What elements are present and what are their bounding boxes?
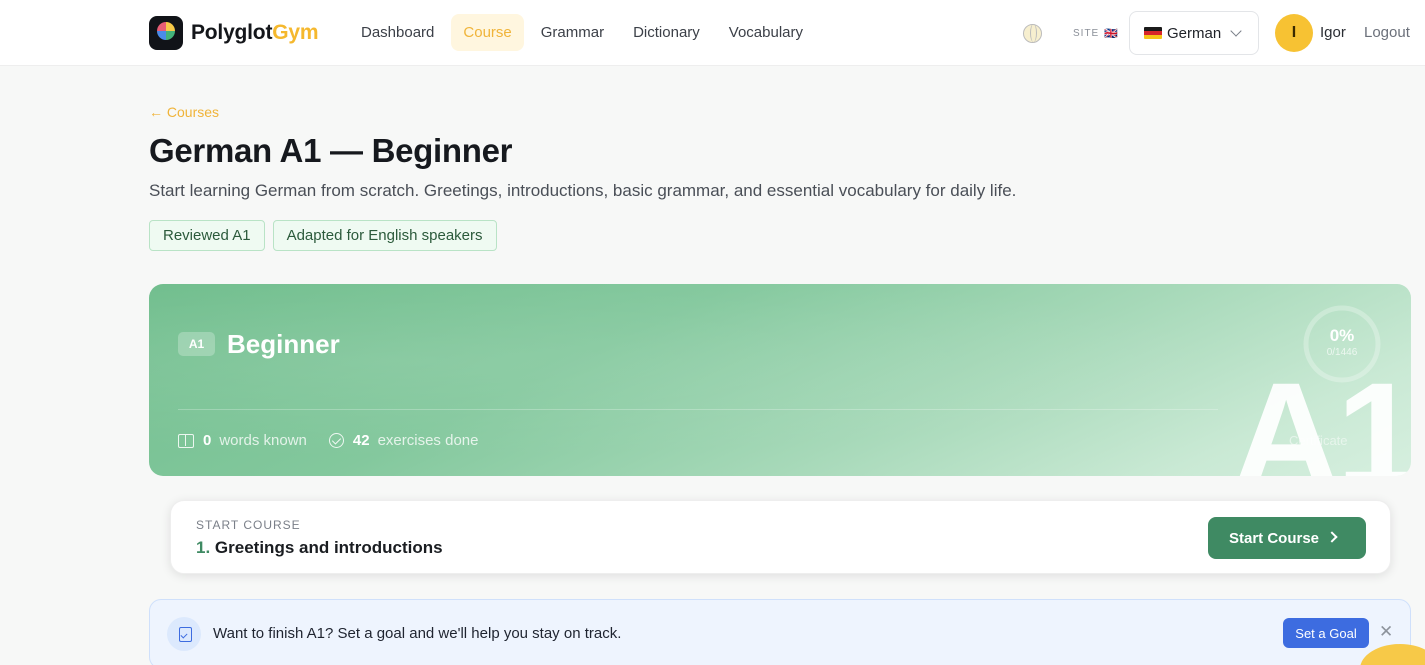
- logo-icon: [149, 16, 183, 50]
- site-language-label: SITE: [1073, 28, 1100, 39]
- back-to-courses-link[interactable]: ← Courses: [149, 104, 219, 120]
- brand-name-accent: Gym: [272, 21, 319, 44]
- page-title: German A1 — Beginner: [149, 132, 513, 169]
- german-flag-icon: [1144, 27, 1162, 39]
- brand-logo[interactable]: PolyglotGym: [149, 16, 319, 50]
- set-goal-button[interactable]: Set a Goal: [1283, 618, 1369, 648]
- lesson-number: 1.: [196, 538, 211, 557]
- user-name[interactable]: Igor: [1320, 24, 1346, 41]
- page-subtitle: Start learning German from scratch. Gree…: [149, 181, 1017, 200]
- check-circle-icon: [328, 433, 344, 448]
- stat-exercises-done: 42 exercises done: [328, 432, 479, 449]
- words-known-label: words known: [219, 432, 307, 449]
- top-header: PolyglotGym Dashboard Course Grammar Dic…: [0, 0, 1425, 66]
- goal-banner: Want to finish A1? Set a goal and we'll …: [149, 599, 1411, 665]
- tag-reviewed: Reviewed A1: [149, 220, 265, 251]
- logout-link[interactable]: Logout: [1364, 24, 1410, 41]
- tag-adapted: Adapted for English speakers: [272, 220, 497, 251]
- certificate-label[interactable]: Certificate: [1289, 433, 1348, 448]
- globe-icon[interactable]: [1023, 24, 1042, 43]
- avatar[interactable]: I: [1275, 14, 1313, 52]
- clipboard-check-icon: [167, 617, 201, 651]
- lesson-title: Greetings and introductions: [214, 538, 443, 557]
- main-nav: Dashboard Course Grammar Dictionary Voca…: [349, 14, 820, 51]
- nav-course[interactable]: Course: [451, 14, 524, 51]
- first-lesson-title: 1. Greetings and introductions: [196, 538, 443, 558]
- level-badge: A1: [178, 332, 215, 356]
- level-watermark: A1: [1232, 351, 1411, 476]
- words-known-value: 0: [203, 432, 212, 449]
- chevron-right-icon: [1326, 531, 1338, 543]
- language-select[interactable]: German: [1129, 11, 1259, 55]
- chevron-down-icon: [1230, 25, 1242, 37]
- stat-words-known: 0 words known: [178, 432, 307, 449]
- exercises-done-value: 42: [352, 432, 370, 449]
- divider: [178, 409, 1218, 410]
- book-icon: [178, 433, 194, 448]
- goal-banner-text: Want to finish A1? Set a goal and we'll …: [213, 625, 622, 642]
- nav-grammar[interactable]: Grammar: [529, 14, 616, 51]
- start-course-button-label: Start Course: [1229, 529, 1320, 547]
- course-tags: Reviewed A1 Adapted for English speakers: [149, 220, 505, 251]
- progress-percent: 0%: [1329, 326, 1355, 345]
- nav-dictionary[interactable]: Dictionary: [621, 14, 712, 51]
- language-select-value: German: [1167, 24, 1222, 42]
- start-course-button[interactable]: Start Course: [1208, 517, 1366, 559]
- exercises-done-label: exercises done: [377, 432, 479, 449]
- nav-vocabulary[interactable]: Vocabulary: [717, 14, 815, 51]
- close-icon[interactable]: ✕: [1379, 622, 1393, 642]
- site-language[interactable]: SITE 🇬🇧: [1073, 27, 1118, 40]
- level-stats: 0 words known 42 exercises done: [178, 432, 500, 449]
- level-name: Beginner: [227, 329, 340, 359]
- start-course-card: START COURSE 1. Greetings and introducti…: [170, 500, 1391, 574]
- level-card[interactable]: A1 Beginner 0% 0/1446 A1 Certificate 0 w…: [149, 284, 1411, 476]
- brand-name: PolyglotGym: [191, 21, 319, 45]
- start-course-overline: START COURSE: [196, 518, 301, 532]
- uk-flag-icon: 🇬🇧: [1104, 28, 1118, 40]
- brand-name-main: Polyglot: [191, 21, 273, 44]
- nav-dashboard[interactable]: Dashboard: [349, 14, 446, 51]
